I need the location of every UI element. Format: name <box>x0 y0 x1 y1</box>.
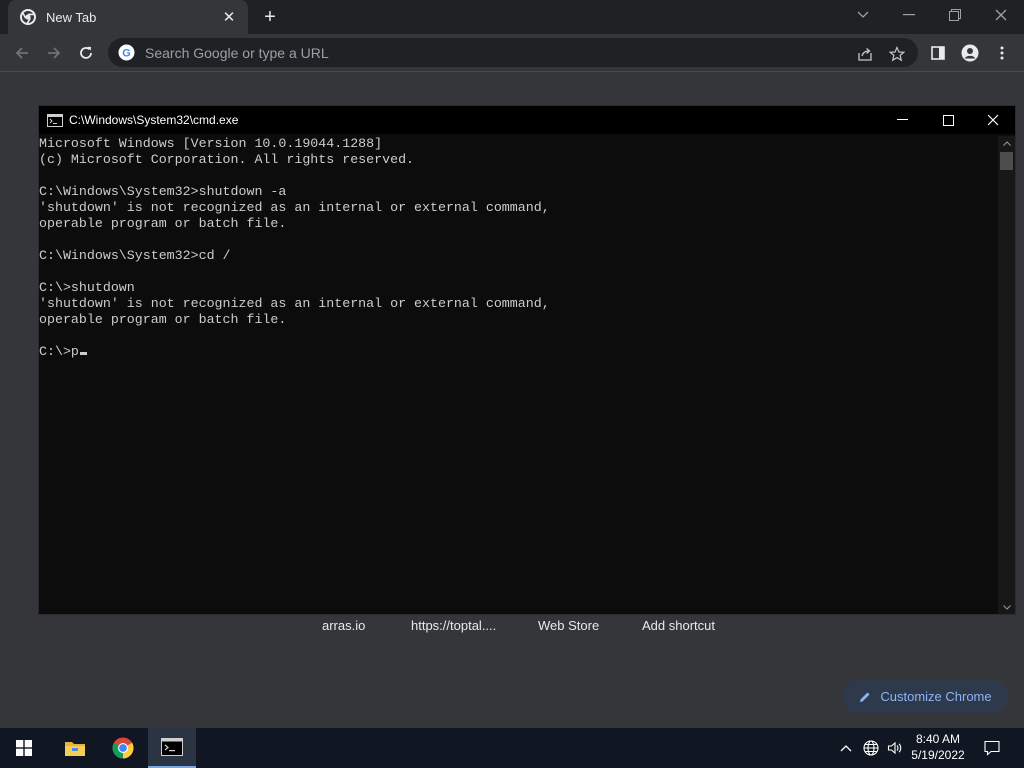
menu-kebab-icon[interactable] <box>989 40 1015 66</box>
console-line: operable program or batch file. <box>39 312 287 327</box>
notifications-icon[interactable] <box>978 728 1006 768</box>
cmd-close-icon[interactable] <box>970 106 1016 134</box>
console-line: operable program or batch file. <box>39 216 287 231</box>
shortcut-add[interactable]: Add shortcut <box>642 618 715 633</box>
tab-title: New Tab <box>46 9 97 25</box>
forward-icon[interactable] <box>41 40 67 66</box>
cmd-console-output[interactable]: Microsoft Windows [Version 10.0.19044.12… <box>39 136 999 614</box>
close-window-icon[interactable] <box>986 3 1016 27</box>
console-prompt-line[interactable]: C:\>p <box>39 344 999 360</box>
reload-icon[interactable] <box>73 40 99 66</box>
clock-date: 5/19/2022 <box>911 748 965 762</box>
clock-time: 8:40 AM <box>915 732 961 746</box>
show-hidden-icons-chevron-icon[interactable] <box>836 728 856 768</box>
shortcut-web-store[interactable]: Web Store <box>538 618 599 633</box>
shortcut-arras[interactable]: arras.io <box>322 618 365 633</box>
customize-chrome-button[interactable]: Customize Chrome <box>842 680 1008 713</box>
pencil-icon <box>858 690 872 704</box>
profile-icon[interactable] <box>957 40 983 66</box>
minimize-icon[interactable] <box>894 3 924 27</box>
console-line: Microsoft Windows [Version 10.0.19044.12… <box>39 136 383 151</box>
cmd-maximize-icon[interactable] <box>925 106 971 134</box>
cmd-title-bar[interactable]: C:\Windows\System32\cmd.exe <box>39 106 1015 134</box>
windows-logo-icon <box>16 740 32 756</box>
cmd-app-icon <box>47 113 63 127</box>
console-line: 'shutdown' is not recognized as an inter… <box>39 200 550 215</box>
bookmark-star-icon[interactable] <box>888 45 906 63</box>
side-panel-icon[interactable] <box>925 40 951 66</box>
ntp-shortcuts: arras.io https://toptal.... Web Store Ad… <box>0 618 1024 636</box>
shortcut-toptal[interactable]: https://toptal.... <box>411 618 496 633</box>
cmd-taskbar-icon[interactable] <box>148 728 196 768</box>
cmd-minimize-icon[interactable] <box>879 106 925 134</box>
google-icon: G <box>118 44 135 61</box>
volume-icon[interactable] <box>884 728 906 768</box>
customize-chrome-label: Customize Chrome <box>880 689 992 704</box>
scroll-down-icon[interactable] <box>998 600 1015 614</box>
omnibox[interactable]: G <box>108 38 918 67</box>
back-icon[interactable] <box>9 40 35 66</box>
tab-new-tab[interactable]: New Tab ✕ <box>8 0 248 34</box>
restore-icon[interactable] <box>940 3 970 27</box>
scroll-thumb[interactable] <box>1000 152 1013 170</box>
cmd-window[interactable]: C:\Windows\System32\cmd.exe Microsoft Wi… <box>38 105 1016 615</box>
browser-tab-strip: New Tab ✕ + <box>0 0 1024 34</box>
console-prompt-text: C:\>p <box>39 344 79 359</box>
taskbar-clock[interactable]: 8:40 AM 5/19/2022 <box>906 731 970 765</box>
chrome-taskbar-icon[interactable] <box>99 728 147 768</box>
new-tab-button[interactable]: + <box>258 5 282 29</box>
console-line: 'shutdown' is not recognized as an inter… <box>39 296 550 311</box>
browser-toolbar: G <box>0 34 1024 72</box>
svg-text:G: G <box>122 48 131 60</box>
console-line: C:\Windows\System32>shutdown -a <box>39 184 287 199</box>
cmd-scrollbar[interactable] <box>998 136 1015 614</box>
text-cursor <box>79 352 87 355</box>
cmd-window-title: C:\Windows\System32\cmd.exe <box>69 113 239 127</box>
console-line: C:\>shutdown <box>39 280 135 295</box>
scroll-up-icon[interactable] <box>998 136 1015 150</box>
file-explorer-taskbar-icon[interactable] <box>51 728 99 768</box>
console-line: (c) Microsoft Corporation. All rights re… <box>39 152 415 167</box>
windows-taskbar: 8:40 AM 5/19/2022 <box>0 728 1024 768</box>
share-icon[interactable] <box>856 45 874 63</box>
chrome-icon <box>20 9 36 25</box>
network-globe-icon[interactable] <box>860 728 882 768</box>
omnibox-input[interactable] <box>143 43 833 62</box>
tab-close-icon[interactable]: ✕ <box>220 8 238 26</box>
start-button[interactable] <box>0 728 48 768</box>
console-line: C:\Windows\System32>cd / <box>39 248 231 263</box>
tab-search-icon[interactable] <box>848 3 878 27</box>
